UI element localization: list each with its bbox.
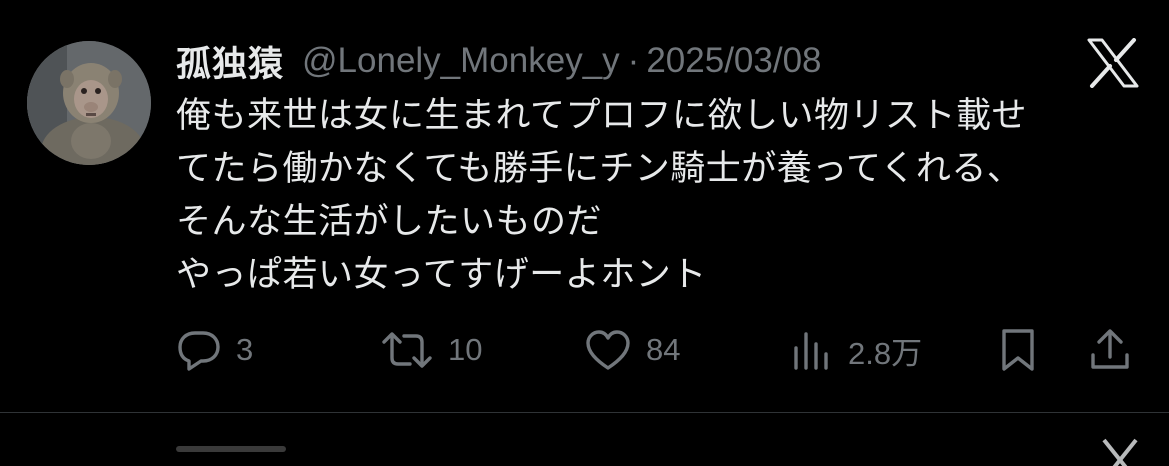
tweet-divider (0, 412, 1169, 413)
retweet-button[interactable]: 10 (380, 326, 482, 374)
view-count: 2.8万 (848, 335, 923, 371)
x-logo-icon (1100, 436, 1140, 466)
tweet-text-line: そんな生活がしたいものだ (176, 202, 603, 242)
user-handle[interactable]: @Lonely_Monkey_y (302, 41, 620, 81)
bookmark-icon (1002, 329, 1034, 371)
retweet-icon (382, 332, 432, 368)
bookmark-button[interactable] (998, 326, 1038, 374)
like-count: 84 (646, 332, 681, 367)
tweet-text-line: てたら働かなくても勝手にチン騎士が養ってくれる、 (176, 149, 1023, 189)
tweet-text: 俺も来世は女に生まれてプロフに欲しい物リスト載せ てたら働かなくても勝手にチン騎… (176, 90, 1136, 302)
like-button[interactable]: 84 (584, 326, 680, 374)
heart-icon (586, 330, 630, 370)
reply-icon (178, 331, 220, 371)
tweet-date[interactable]: 2025/03/08 (646, 41, 821, 81)
tweet[interactable]: 孤独猿 @Lonely_Monkey_y · 2025/03/08 俺も来世は女… (0, 0, 1169, 412)
share-icon (1091, 329, 1129, 369)
retweet-count: 10 (448, 332, 483, 367)
avatar[interactable] (27, 41, 151, 165)
reply-count: 3 (236, 332, 254, 367)
share-button[interactable] (1088, 326, 1132, 374)
x-logo-icon (1087, 38, 1139, 88)
action-bar: 3 10 84 2.8万 (176, 326, 1139, 374)
tweet-text-line: やっぱ若い女ってすげーよホント (176, 255, 707, 295)
separator-dot: · (627, 41, 640, 80)
next-tweet-header-partial (176, 440, 296, 452)
views-icon (794, 332, 828, 370)
tweet-header: 孤独猿 @Lonely_Monkey_y · 2025/03/08 (176, 36, 822, 86)
tweet-text-line: 俺も来世は女に生まれてプロフに欲しい物リスト載せ (176, 96, 1027, 136)
views-button[interactable]: 2.8万 (790, 326, 922, 374)
display-name[interactable]: 孤独猿 (176, 36, 284, 87)
reply-button[interactable]: 3 (176, 326, 253, 374)
monkey-avatar (27, 41, 151, 165)
